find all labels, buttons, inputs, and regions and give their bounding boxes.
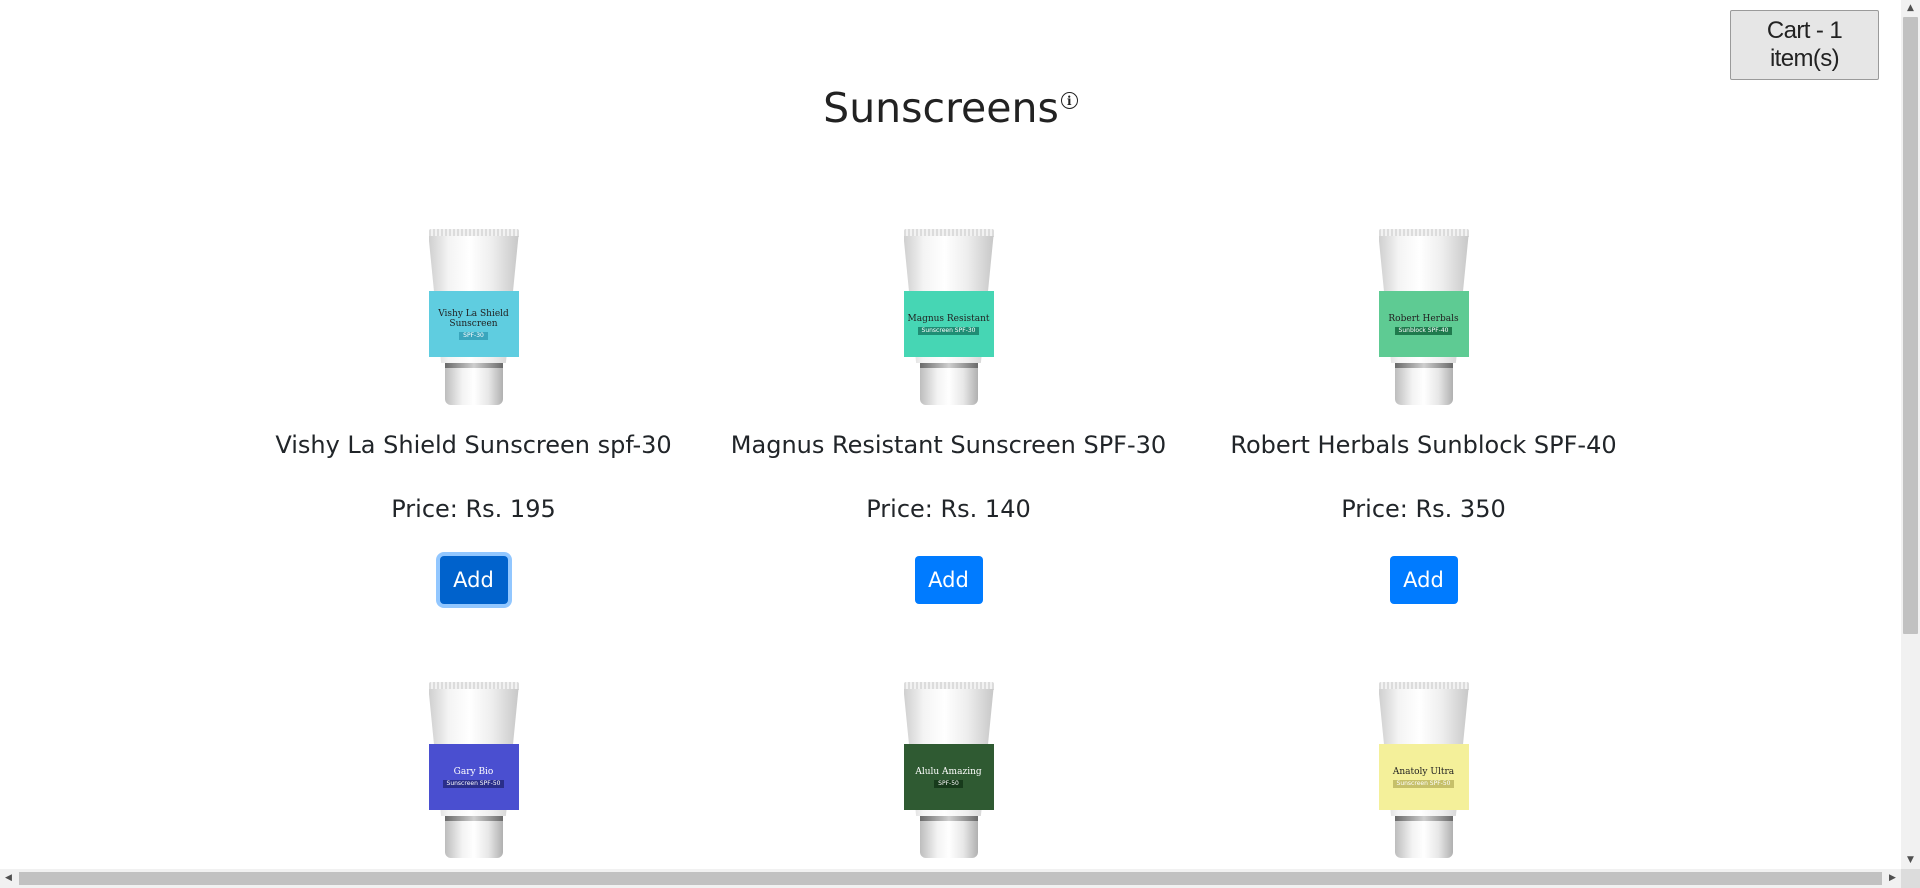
- tube-ring: [919, 363, 978, 368]
- product-name: Magnus Resistant Sunscreen SPF-30: [730, 431, 1167, 459]
- product-image: Anatoly Ultra Sunscreen SPF-50: [1378, 682, 1469, 858]
- tube-label: Alulu Amazing SPF-50: [903, 744, 994, 810]
- tube-cap: [444, 363, 503, 405]
- tube-ring: [444, 363, 503, 368]
- tube-crimp: [903, 682, 994, 690]
- tube-label: Robert Herbals Sunblock SPF-40: [1378, 291, 1469, 357]
- add-button[interactable]: Add: [914, 556, 983, 604]
- horizontal-scroll-thumb[interactable]: [19, 872, 1882, 885]
- page-title: Sunscreens i: [0, 84, 1901, 132]
- tube-crimp: [428, 682, 519, 690]
- tube-label: Anatoly Ultra Sunscreen SPF-50: [1378, 744, 1469, 810]
- scroll-left-icon[interactable]: ◀: [0, 869, 17, 888]
- product-name: Vishy La Shield Sunscreen spf-30: [275, 431, 672, 459]
- add-button[interactable]: Add: [1389, 556, 1458, 604]
- horizontal-scrollbar[interactable]: ◀ ▶: [0, 869, 1901, 888]
- tube-label-tag: SPF-30: [459, 331, 488, 340]
- product-price: Price: Rs. 195: [391, 495, 556, 523]
- tube-crimp: [1378, 682, 1469, 690]
- tube-cap: [919, 363, 978, 405]
- scroll-down-icon[interactable]: ▼: [1901, 852, 1920, 869]
- add-button[interactable]: Add: [439, 556, 508, 604]
- product-image: Gary Bio Sunscreen SPF-50: [428, 682, 519, 858]
- tube-label-brand: Magnus Resistant: [907, 313, 990, 324]
- product-card: Anatoly Ultra Sunscreen SPF-50: [1186, 682, 1661, 858]
- page: Cart - 1 item(s) Sunscreens i Vishy La Sh…: [0, 0, 1901, 869]
- tube-label-tag: Sunblock SPF-40: [1394, 326, 1453, 335]
- product-price: Price: Rs. 350: [1341, 495, 1506, 523]
- tube-cap: [919, 816, 978, 858]
- tube-label-brand: Anatoly Ultra: [1392, 766, 1455, 777]
- scrollbar-corner: [1901, 869, 1920, 888]
- product-image: Vishy La Shield Sunscreen SPF-30: [428, 229, 519, 405]
- tube-label-brand: Vishy La Shield: [438, 308, 509, 319]
- tube-cap: [1394, 363, 1453, 405]
- product-card: Alulu Amazing SPF-50: [711, 682, 1186, 858]
- cart-button[interactable]: Cart - 1 item(s): [1730, 10, 1879, 80]
- vertical-scroll-thumb[interactable]: [1903, 17, 1918, 634]
- tube-crimp: [903, 229, 994, 237]
- tube-label-brand: Alulu Amazing: [915, 766, 982, 777]
- product-price: Price: Rs. 140: [866, 495, 1031, 523]
- scroll-right-icon[interactable]: ▶: [1884, 869, 1901, 888]
- product-card: Gary Bio Sunscreen SPF-50: [236, 682, 711, 858]
- tube-label-brand: Gary Bio: [453, 766, 494, 777]
- page-title-text: Sunscreens: [823, 84, 1059, 132]
- tube-label-line2: Sunscreen: [449, 318, 498, 329]
- tube-label: Vishy La Shield Sunscreen SPF-30: [428, 291, 519, 357]
- tube-label-tag: Sunscreen SPF-50: [442, 779, 505, 788]
- product-name: Robert Herbals Sunblock SPF-40: [1230, 431, 1617, 459]
- tube-label: Gary Bio Sunscreen SPF-50: [428, 744, 519, 810]
- product-card: Vishy La Shield Sunscreen SPF-30 Vishy L…: [236, 229, 711, 604]
- tube-label-tag: Sunscreen SPF-30: [917, 326, 980, 335]
- tube-ring: [444, 816, 503, 821]
- product-image: Robert Herbals Sunblock SPF-40: [1378, 229, 1469, 405]
- tube-label-tag: SPF-50: [934, 779, 963, 788]
- info-icon[interactable]: i: [1060, 92, 1078, 109]
- tube-ring: [1394, 816, 1453, 821]
- tube-cap: [1394, 816, 1453, 858]
- tube-crimp: [428, 229, 519, 237]
- product-image: Magnus Resistant Sunscreen SPF-30: [903, 229, 994, 405]
- product-image: Alulu Amazing SPF-50: [903, 682, 994, 858]
- tube-crimp: [1378, 229, 1469, 237]
- product-card: Robert Herbals Sunblock SPF-40 Robert He…: [1186, 229, 1661, 604]
- tube-cap: [444, 816, 503, 858]
- tube-label: Magnus Resistant Sunscreen SPF-30: [903, 291, 994, 357]
- tube-ring: [1394, 363, 1453, 368]
- tube-label-brand: Robert Herbals: [1388, 313, 1459, 324]
- tube-label-tag: Sunscreen SPF-50: [1392, 779, 1455, 788]
- product-card: Magnus Resistant Sunscreen SPF-30 Magnus…: [711, 229, 1186, 604]
- vertical-scrollbar[interactable]: ▲ ▼: [1901, 0, 1920, 869]
- scroll-up-icon[interactable]: ▲: [1901, 0, 1920, 17]
- tube-ring: [919, 816, 978, 821]
